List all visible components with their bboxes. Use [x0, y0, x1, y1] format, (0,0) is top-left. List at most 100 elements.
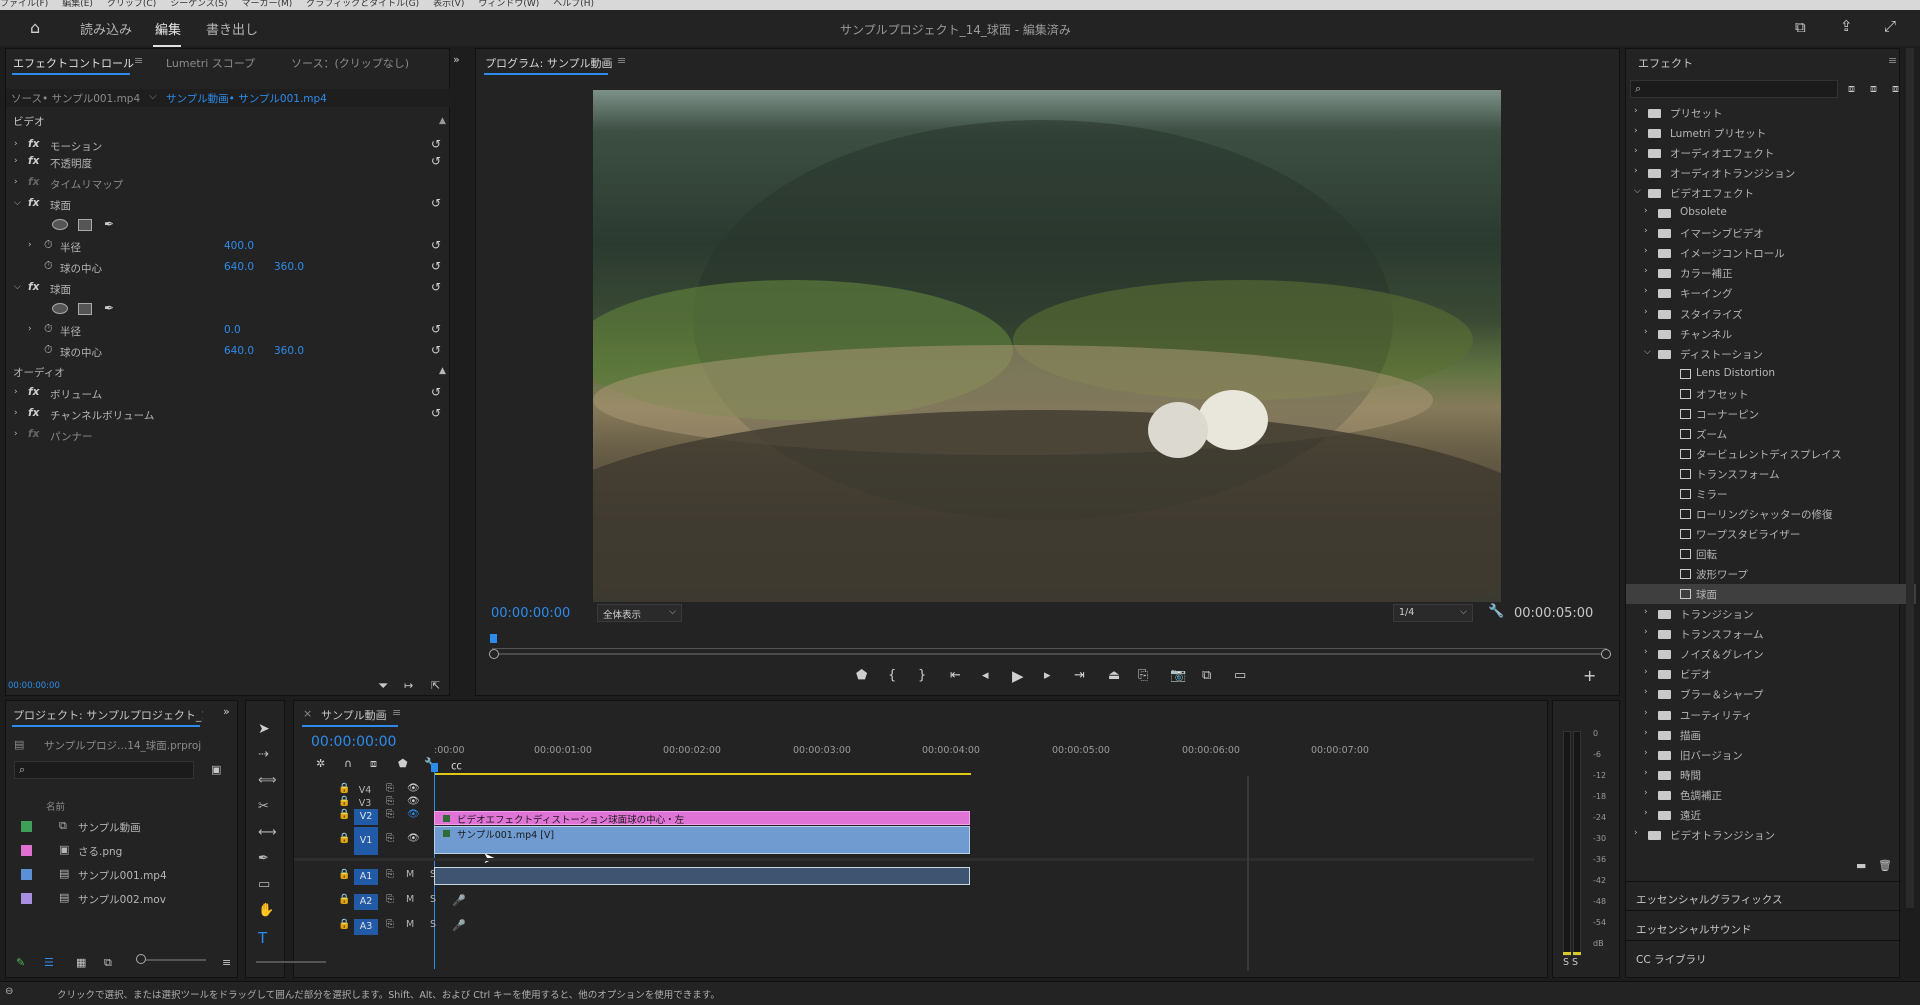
effects-item[interactable]: コーナーピン — [1626, 404, 1916, 424]
collapsed-chevron-icon[interactable]: › — [1644, 708, 1648, 718]
panner-effect-row[interactable]: › fx パンナー — [6, 427, 451, 445]
menu-item[interactable]: ヘルプ(H) — [553, 0, 594, 9]
collapsed-chevron-icon[interactable]: › — [1644, 246, 1648, 256]
settings-wrench-icon[interactable]: 🔧 — [1488, 604, 1504, 619]
video-frame[interactable] — [593, 90, 1501, 602]
ellipse-mask-icon[interactable] — [52, 219, 68, 230]
collapsed-chevron-icon[interactable]: › — [1644, 748, 1648, 758]
fx-badge-icon[interactable]: fx — [28, 155, 39, 167]
timeline-timecode[interactable]: 00:00:00:00 — [311, 734, 396, 750]
mute-button[interactable]: M — [406, 869, 414, 880]
label-color-swatch[interactable] — [21, 869, 32, 880]
channel-volume-effect-row[interactable]: › fx チャンネルボリューム ↺ — [6, 406, 451, 424]
stopwatch-icon[interactable]: ⏱ — [44, 343, 53, 357]
hand-tool-icon[interactable]: ✋ — [258, 903, 274, 918]
project-item[interactable]: ▣ さる.png — [6, 840, 216, 862]
effects-folder[interactable]: › プリセット — [1626, 103, 1916, 123]
effects-folder[interactable]: › キーイング — [1626, 283, 1916, 303]
collapsed-chevron-icon[interactable]: › — [14, 387, 18, 397]
mute-button[interactable]: M — [406, 919, 414, 930]
effects-item[interactable]: 回転 — [1626, 544, 1916, 564]
opacity-effect-row[interactable]: › fx 不透明度 ↺ — [6, 154, 451, 172]
toggle-sync-lock-icon[interactable]: ⎘ — [386, 783, 394, 794]
effects-folder[interactable]: › トランジション — [1626, 604, 1916, 624]
menu-item[interactable]: グラフィックとタイトル(G) — [306, 0, 419, 9]
collapsed-chevron-icon[interactable]: › — [1634, 828, 1638, 838]
razor-tool-icon[interactable]: ✂ — [258, 799, 269, 814]
collapsed-chevron-icon[interactable]: › — [28, 324, 32, 334]
menu-item[interactable]: ファイル(F) — [0, 0, 48, 9]
effects-item[interactable]: ワープスタビライザー — [1626, 524, 1916, 544]
timeline-h-scrollbar[interactable] — [256, 961, 326, 963]
playhead-marker[interactable] — [490, 634, 497, 643]
zoom-slider[interactable] — [141, 959, 206, 961]
reset-icon[interactable]: ↺ — [431, 137, 441, 151]
collapsed-chevron-icon[interactable]: › — [1644, 206, 1648, 216]
zoom-handle-right[interactable] — [1601, 649, 1611, 659]
tab-import[interactable]: 読み込み — [80, 19, 132, 38]
panel-menu-icon[interactable]: ≡ — [392, 706, 401, 719]
effects-item[interactable]: ズーム — [1626, 424, 1916, 444]
go-to-in-icon[interactable]: ⇤ — [950, 668, 961, 683]
timeline-v-scrollbar[interactable] — [1247, 776, 1249, 971]
sphere1-masks-row[interactable]: ✒ — [6, 217, 451, 235]
video-clip[interactable]: サンプル001.mp4 [V] — [434, 826, 970, 854]
fx-badge-icon[interactable]: fx — [28, 386, 39, 398]
icon-view-icon[interactable]: ▦ — [76, 956, 86, 969]
collapsed-chevron-icon[interactable]: › — [1644, 607, 1648, 617]
effects-folder[interactable]: › イメージコントロール — [1626, 243, 1916, 263]
collapsed-chevron-icon[interactable]: › — [1644, 667, 1648, 677]
collapsed-chevron-icon[interactable]: › — [1644, 687, 1648, 697]
lock-icon[interactable]: 🔒 — [338, 809, 350, 820]
toggle-sync-lock-icon[interactable]: ⎘ — [386, 894, 394, 905]
effects-folder[interactable]: ⌵ ビデオエフェクト — [1626, 183, 1916, 203]
resolution-dropdown[interactable]: 1/4 ⌵ — [1393, 604, 1473, 622]
label-color-swatch[interactable] — [21, 821, 32, 832]
track-target[interactable]: V2 — [354, 809, 378, 825]
time-ruler[interactable]: :00:00 00:00:01:00 00:00:02:00 00:00:03:00 0… — [434, 741, 1534, 771]
lock-icon[interactable]: 🔒 — [338, 919, 350, 930]
audio-section-header[interactable]: オーディオ ▲ — [6, 364, 451, 382]
expanded-chevron-icon[interactable]: ⌵ — [14, 198, 21, 208]
effects-folder[interactable]: › ユーティリティ — [1626, 705, 1916, 725]
effects-item[interactable]: ミラー — [1626, 484, 1916, 504]
more-panels-icon[interactable]: » — [223, 705, 230, 718]
collapsed-chevron-icon[interactable]: › — [1644, 266, 1648, 276]
mark-out-icon[interactable]: } — [918, 668, 926, 683]
effects-folder[interactable]: › オーディオトランジション — [1626, 163, 1916, 183]
effects-folder[interactable]: › ビデオ — [1626, 664, 1916, 684]
step-back-icon[interactable]: ◂ — [982, 668, 989, 683]
solo-button[interactable]: S — [430, 919, 436, 930]
program-timecode[interactable]: 00:00:00:00 — [491, 606, 570, 621]
timeline-tab[interactable]: サンプル動画 — [321, 707, 387, 723]
track-header[interactable]: 🔒 V1 ⎘ 👁 — [294, 827, 424, 855]
reset-icon[interactable]: ↺ — [431, 238, 441, 252]
project-search-input[interactable]: ⌕ — [14, 761, 194, 779]
collapsed-chevron-icon[interactable]: › — [1634, 106, 1638, 116]
property-value[interactable]: 400.0 — [224, 240, 254, 252]
tab-lumetri-scopes[interactable]: Lumetri スコープ — [166, 55, 255, 71]
mark-in-icon[interactable]: { — [888, 668, 896, 683]
panel-menu-icon[interactable]: ≡ — [134, 54, 143, 67]
selection-tool-icon[interactable]: ➤ — [258, 721, 270, 737]
track-header[interactable]: 🔒 V2 ⎘ 👁 — [294, 809, 424, 825]
essential-sound-section[interactable]: エッセンシャルサウンド — [1636, 922, 1752, 937]
toggle-sync-lock-icon[interactable]: ⎘ — [386, 833, 394, 844]
effects-folder[interactable]: › オーディオエフェクト — [1626, 143, 1916, 163]
track-target[interactable]: A2 — [354, 894, 378, 910]
share-icon[interactable]: ⇪ — [1840, 17, 1853, 35]
playhead-handle[interactable] — [431, 763, 438, 772]
track-target[interactable]: A3 — [354, 919, 378, 935]
collapsed-chevron-icon[interactable]: › — [14, 156, 18, 166]
column-name-header[interactable]: 名前 — [46, 799, 65, 813]
collapsed-chevron-icon[interactable]: › — [1644, 307, 1648, 317]
effects-folder[interactable]: › 遠近 — [1626, 805, 1916, 825]
voice-over-icon[interactable]: 🎤 — [452, 919, 466, 932]
ellipse-mask-icon[interactable] — [52, 303, 68, 314]
reset-icon[interactable]: ↺ — [431, 322, 441, 336]
collapsed-chevron-icon[interactable]: › — [1644, 808, 1648, 818]
toggle-sync-lock-icon[interactable]: ⎘ — [386, 796, 394, 807]
effects-folder[interactable]: › ノイズ＆グレイン — [1626, 644, 1916, 664]
label-color-swatch[interactable] — [21, 893, 32, 904]
tab-effect-controls[interactable]: エフェクトコントロール — [13, 55, 134, 71]
